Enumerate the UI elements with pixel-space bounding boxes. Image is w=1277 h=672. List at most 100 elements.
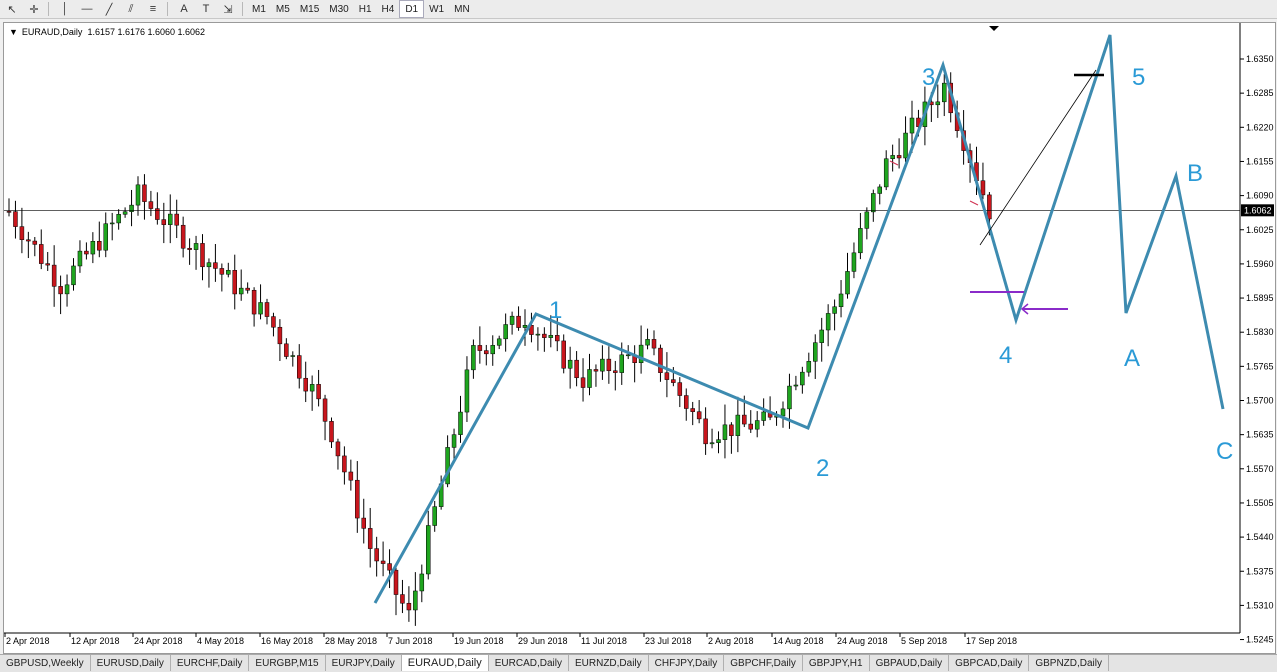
timeframe-m1[interactable]: M1 bbox=[247, 1, 271, 17]
bear-candle[interactable] bbox=[180, 224, 186, 249]
tab-gbpjpy-h1[interactable]: GBPJPY,H1 bbox=[803, 655, 870, 671]
bull-candle[interactable] bbox=[800, 371, 805, 386]
bear-candle[interactable] bbox=[148, 201, 154, 209]
timeframe-m15[interactable]: M15 bbox=[295, 1, 324, 17]
timeframe-w1[interactable]: W1 bbox=[424, 1, 449, 17]
arrows-icon[interactable]: ⇲ bbox=[218, 1, 238, 17]
bull-candle[interactable] bbox=[509, 315, 515, 325]
bear-candle[interactable] bbox=[574, 359, 579, 379]
bull-candle[interactable] bbox=[600, 358, 605, 372]
trendline-icon[interactable]: ╱ bbox=[99, 1, 119, 17]
tab-eurjpy-daily[interactable]: EURJPY,Daily bbox=[326, 655, 402, 671]
bear-candle[interactable] bbox=[219, 268, 225, 275]
bull-candle[interactable] bbox=[77, 250, 83, 267]
elliott-wave-line[interactable] bbox=[373, 34, 1225, 604]
bull-candle[interactable] bbox=[825, 313, 831, 331]
bear-candle[interactable] bbox=[671, 379, 676, 383]
tab-eurchf-daily[interactable]: EURCHF,Daily bbox=[171, 655, 250, 671]
tab-euraud-daily[interactable]: EURAUD,Daily bbox=[401, 655, 489, 671]
bear-candle[interactable] bbox=[322, 398, 328, 422]
bull-candle[interactable] bbox=[290, 355, 296, 357]
bull-candle[interactable] bbox=[458, 411, 463, 435]
bull-candle[interactable] bbox=[645, 339, 650, 346]
tab-eurcad-daily[interactable]: EURCAD,Daily bbox=[489, 655, 569, 671]
bear-candle[interactable] bbox=[329, 421, 334, 443]
bull-candle[interactable] bbox=[619, 354, 624, 373]
bear-candle[interactable] bbox=[361, 517, 366, 529]
bear-candle[interactable] bbox=[703, 418, 708, 445]
bull-candle[interactable] bbox=[716, 439, 721, 443]
bull-candle[interactable] bbox=[845, 271, 850, 295]
bull-candle[interactable] bbox=[90, 241, 96, 255]
bull-candle[interactable] bbox=[490, 345, 495, 355]
bull-candle[interactable] bbox=[787, 385, 792, 410]
bull-candle[interactable] bbox=[819, 329, 824, 343]
bull-candle[interactable] bbox=[64, 284, 70, 295]
bear-candle[interactable] bbox=[606, 358, 612, 372]
bull-candle[interactable] bbox=[464, 369, 470, 413]
bear-candle[interactable] bbox=[896, 155, 902, 159]
bear-candle[interactable] bbox=[406, 602, 412, 611]
bear-candle[interactable] bbox=[613, 370, 618, 373]
projection-trendline[interactable] bbox=[979, 69, 1097, 246]
bear-candle[interactable] bbox=[264, 302, 270, 317]
bear-candle[interactable] bbox=[664, 372, 670, 380]
bear-candle[interactable] bbox=[393, 569, 399, 595]
bear-candle[interactable] bbox=[200, 243, 205, 268]
bear-candle[interactable] bbox=[516, 315, 521, 328]
bear-candle[interactable] bbox=[335, 441, 341, 457]
bull-candle[interactable] bbox=[445, 447, 450, 485]
tab-eurnzd-daily[interactable]: EURNZD,Daily bbox=[569, 655, 649, 671]
chart-canvas[interactable]: 1.6350 1.6285 1.6220 1.6155 1.6090 1.6025 1.59… bbox=[4, 23, 1275, 653]
bull-candle[interactable] bbox=[451, 434, 457, 448]
bear-candle[interactable] bbox=[980, 180, 986, 196]
bear-candle[interactable] bbox=[32, 240, 38, 245]
tab-eurusd-daily[interactable]: EURUSD,Daily bbox=[91, 655, 171, 671]
timeframe-h1[interactable]: H1 bbox=[354, 1, 377, 17]
bear-candle[interactable] bbox=[251, 289, 257, 315]
tab-gbpchf-daily[interactable]: GBPCHF,Daily bbox=[724, 655, 803, 671]
bull-candle[interactable] bbox=[806, 361, 812, 373]
bull-candle[interactable] bbox=[735, 414, 741, 436]
bear-candle[interactable] bbox=[380, 560, 386, 564]
bull-candle[interactable] bbox=[258, 302, 263, 315]
bull-candle[interactable] bbox=[413, 590, 418, 611]
bull-candle[interactable] bbox=[883, 158, 889, 188]
bull-candle[interactable] bbox=[496, 338, 502, 346]
bull-candle[interactable] bbox=[535, 333, 541, 336]
bull-candle[interactable] bbox=[754, 420, 760, 430]
bear-candle[interactable] bbox=[19, 226, 25, 240]
text-label-icon[interactable]: T bbox=[196, 1, 216, 17]
bull-candle[interactable] bbox=[426, 525, 431, 575]
bull-candle[interactable] bbox=[832, 306, 837, 314]
bull-candle[interactable] bbox=[226, 270, 231, 275]
timeframe-m5[interactable]: M5 bbox=[271, 1, 295, 17]
bull-candle[interactable] bbox=[890, 155, 895, 160]
tab-gbpcad-daily[interactable]: GBPCAD,Daily bbox=[949, 655, 1030, 671]
bull-candle[interactable] bbox=[129, 204, 134, 212]
bull-candle[interactable] bbox=[193, 243, 199, 250]
bear-candle[interactable] bbox=[232, 270, 237, 295]
bull-candle[interactable] bbox=[625, 354, 631, 357]
bear-candle[interactable] bbox=[400, 594, 405, 604]
bull-candle[interactable] bbox=[935, 101, 941, 106]
bull-candle[interactable] bbox=[471, 345, 476, 371]
bear-candle[interactable] bbox=[658, 347, 663, 373]
bear-candle[interactable] bbox=[245, 287, 250, 291]
bear-candle[interactable] bbox=[561, 340, 566, 369]
tab-gbpusd-weekly[interactable]: GBPUSD,Weekly bbox=[0, 655, 91, 671]
bull-candle[interactable] bbox=[116, 214, 121, 224]
bull-candle[interactable] bbox=[709, 442, 715, 445]
bull-candle[interactable] bbox=[432, 506, 437, 526]
bear-candle[interactable] bbox=[13, 211, 18, 227]
tab-gbpaud-daily[interactable]: GBPAUD,Daily bbox=[870, 655, 950, 671]
bull-candle[interactable] bbox=[780, 408, 786, 417]
bull-candle[interactable] bbox=[135, 184, 141, 206]
bull-candle[interactable] bbox=[109, 222, 115, 225]
dropdown-triangle-icon[interactable]: ▼ bbox=[9, 27, 18, 37]
tab-chfjpy-daily[interactable]: CHFJPY,Daily bbox=[649, 655, 725, 671]
bear-candle[interactable] bbox=[303, 377, 308, 392]
bear-candle[interactable] bbox=[297, 355, 302, 379]
bear-candle[interactable] bbox=[271, 316, 276, 328]
bear-candle[interactable] bbox=[651, 339, 657, 349]
